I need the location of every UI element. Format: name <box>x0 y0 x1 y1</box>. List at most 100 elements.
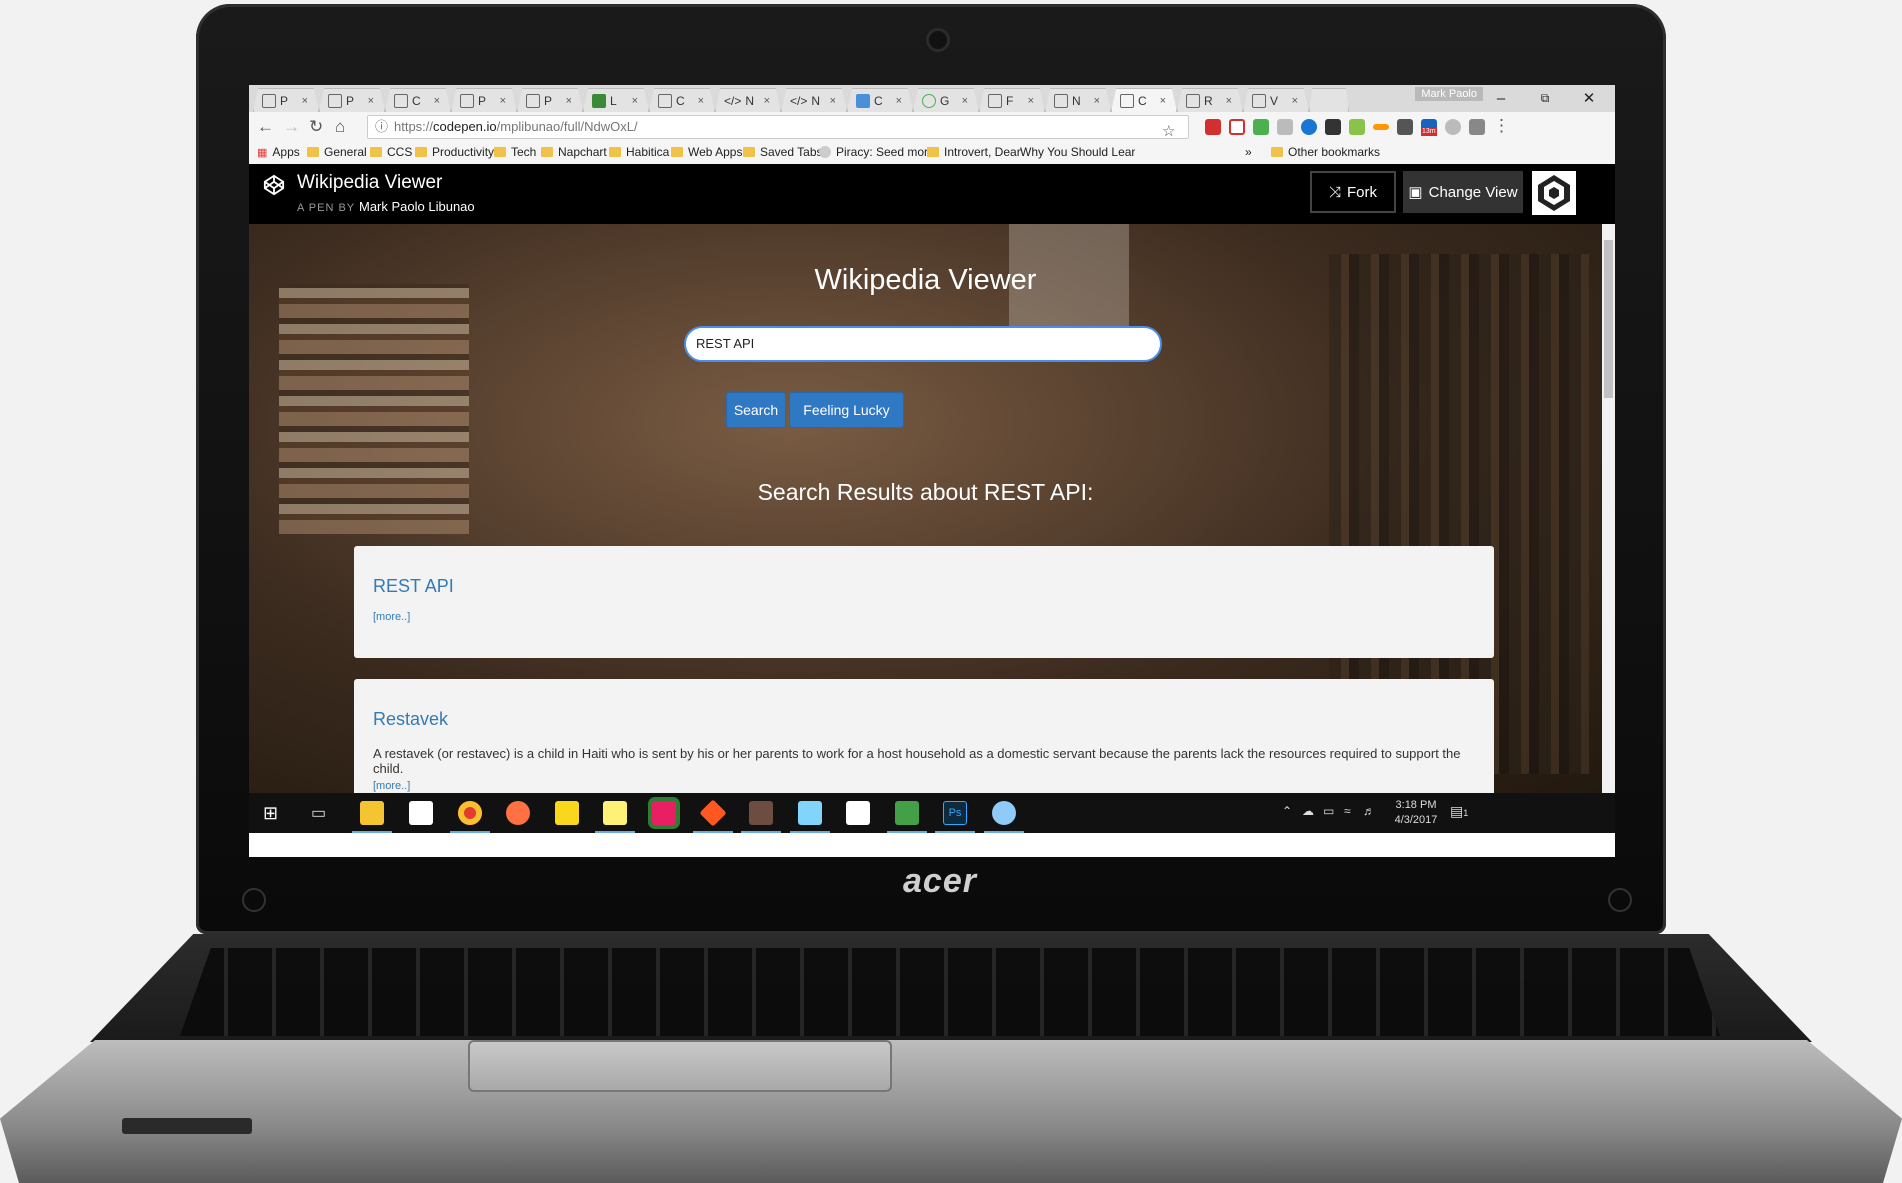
bookmarks-overflow[interactable]: » <box>1245 145 1252 159</box>
minimize-icon[interactable]: – <box>1479 85 1523 111</box>
reload-icon[interactable]: ↻ <box>309 117 323 137</box>
bookmark-folder[interactable]: General <box>307 145 367 159</box>
store-icon[interactable] <box>409 801 433 825</box>
browser-tab[interactable]: </> N × <box>781 88 847 112</box>
browser-tab[interactable]: R × <box>1177 88 1243 112</box>
profile-badge[interactable]: Mark Paolo <box>1415 87 1483 101</box>
extension-icon[interactable] <box>1445 119 1461 135</box>
close-tab-icon[interactable]: × <box>896 95 902 107</box>
task-view-icon[interactable]: ▭ <box>311 803 326 823</box>
pen-author[interactable]: Mark Paolo Libunao <box>359 199 475 214</box>
close-tab-icon[interactable]: × <box>1226 95 1232 107</box>
photoshop-icon[interactable]: Ps <box>943 801 967 825</box>
home-icon[interactable]: ⌂ <box>335 117 345 137</box>
extension-icon[interactable] <box>1301 119 1317 135</box>
browser-tab[interactable]: </> N × <box>715 88 781 112</box>
sticky-notes-icon[interactable] <box>603 801 627 825</box>
search-input[interactable]: REST API <box>684 326 1162 362</box>
volume-icon[interactable]: ♬ <box>1363 804 1375 818</box>
extension-icon[interactable] <box>1469 119 1485 135</box>
bookmark-apps[interactable]: ▦ Apps <box>257 145 300 159</box>
firefox-icon[interactable] <box>506 801 530 825</box>
close-tab-icon[interactable]: × <box>302 95 308 107</box>
close-tab-icon[interactable]: × <box>962 95 968 107</box>
bookmark-folder[interactable]: Productivity <box>415 145 494 159</box>
close-tab-icon[interactable]: × <box>566 95 572 107</box>
browser-tab[interactable]: G × <box>913 88 979 112</box>
user-avatar[interactable] <box>1532 171 1576 215</box>
bookmark-folder[interactable]: Habitica <box>609 145 669 159</box>
extension-icon[interactable] <box>1277 119 1293 135</box>
windows-start-icon[interactable]: ⊞ <box>263 803 278 824</box>
bookmark-other[interactable]: Other bookmarks <box>1271 145 1380 159</box>
app-icon[interactable] <box>555 801 579 825</box>
close-tab-icon[interactable]: × <box>698 95 704 107</box>
extension-icon[interactable] <box>1373 124 1389 130</box>
git-icon[interactable] <box>699 799 727 827</box>
browser-tab[interactable]: P × <box>517 88 583 112</box>
browser-tab[interactable]: V × <box>1243 88 1309 112</box>
extension-icon[interactable] <box>1229 119 1245 135</box>
feeling-lucky-button[interactable]: Feeling Lucky <box>789 392 904 428</box>
browser-tab-active[interactable]: C × <box>1111 88 1177 112</box>
browser-tab[interactable]: F × <box>979 88 1045 112</box>
bookmark-link[interactable]: Piracy: Seed more <box>819 145 935 159</box>
close-tab-icon[interactable]: × <box>1160 95 1166 107</box>
bookmark-folder[interactable]: Tech <box>494 145 536 159</box>
sublime-icon[interactable] <box>749 801 773 825</box>
close-tab-icon[interactable]: × <box>830 95 836 107</box>
browser-tab[interactable]: C × <box>847 88 913 112</box>
close-tab-icon[interactable]: × <box>368 95 374 107</box>
result-title[interactable]: REST API <box>373 546 1475 597</box>
close-tab-icon[interactable]: × <box>1094 95 1100 107</box>
bookmark-folder[interactable]: Web Apps <box>671 145 742 159</box>
restore-icon[interactable]: ⧉ <box>1523 85 1567 111</box>
browser-tab[interactable]: P × <box>253 88 319 112</box>
evernote-icon[interactable] <box>1325 119 1341 135</box>
fork-button[interactable]: ⤨ Fork <box>1310 171 1396 213</box>
browser-tab[interactable]: P × <box>319 88 385 112</box>
forward-icon[interactable]: → <box>283 117 300 137</box>
extension-icon[interactable] <box>1349 119 1365 135</box>
more-link[interactable]: [more..] <box>373 780 1475 792</box>
close-tab-icon[interactable]: × <box>632 95 638 107</box>
browser-tab[interactable]: P × <box>451 88 517 112</box>
chrome-icon[interactable] <box>458 801 482 825</box>
battery-icon[interactable]: ▭ <box>1323 804 1334 818</box>
calculator-icon[interactable] <box>846 801 870 825</box>
bookmark-folder[interactable]: Napchart <box>541 145 607 159</box>
page-scrollbar[interactable] <box>1602 224 1615 793</box>
app-icon[interactable] <box>652 801 676 825</box>
bookmark-link[interactable]: Introvert, Dear <box>927 145 1021 159</box>
codepen-logo-icon[interactable] <box>263 174 285 196</box>
timer-extension-icon[interactable]: 13m <box>1421 119 1437 136</box>
menu-dots-icon[interactable]: ⋮ <box>1493 116 1510 136</box>
browser-tab[interactable]: C × <box>649 88 715 112</box>
close-tab-icon[interactable]: × <box>1028 95 1034 107</box>
wifi-icon[interactable]: ≈ <box>1344 804 1351 818</box>
result-title[interactable]: Restavek <box>373 679 1475 730</box>
scrollbar-thumb[interactable] <box>1604 240 1613 398</box>
extension-icon[interactable] <box>1253 119 1269 135</box>
bookmark-link[interactable]: Why You Should Lear <box>1015 145 1135 159</box>
bookmark-star-icon[interactable]: ☆ <box>1162 121 1175 143</box>
bookmark-folder[interactable]: CCS <box>370 145 412 159</box>
close-tab-icon[interactable]: × <box>500 95 506 107</box>
browser-tab[interactable]: C × <box>385 88 451 112</box>
app-icon[interactable] <box>798 801 822 825</box>
tray-chevron-icon[interactable]: ⌃ <box>1282 804 1292 818</box>
file-explorer-icon[interactable] <box>360 801 384 825</box>
browser-tab[interactable]: N × <box>1045 88 1111 112</box>
close-window-icon[interactable]: ✕ <box>1567 85 1611 111</box>
onedrive-icon[interactable]: ☁ <box>1302 804 1314 818</box>
action-center-icon[interactable]: ▤1 <box>1450 803 1468 820</box>
pocket-icon[interactable] <box>1397 119 1413 135</box>
new-tab-button[interactable] <box>1309 88 1349 112</box>
evernote-icon[interactable] <box>895 801 919 825</box>
close-tab-icon[interactable]: × <box>764 95 770 107</box>
extension-icon[interactable] <box>1205 119 1221 135</box>
close-tab-icon[interactable]: × <box>434 95 440 107</box>
clock[interactable]: 3:18 PM 4/3/2017 <box>1391 798 1441 828</box>
back-icon[interactable]: ← <box>257 117 274 137</box>
browser-tab[interactable]: L × <box>583 88 649 112</box>
